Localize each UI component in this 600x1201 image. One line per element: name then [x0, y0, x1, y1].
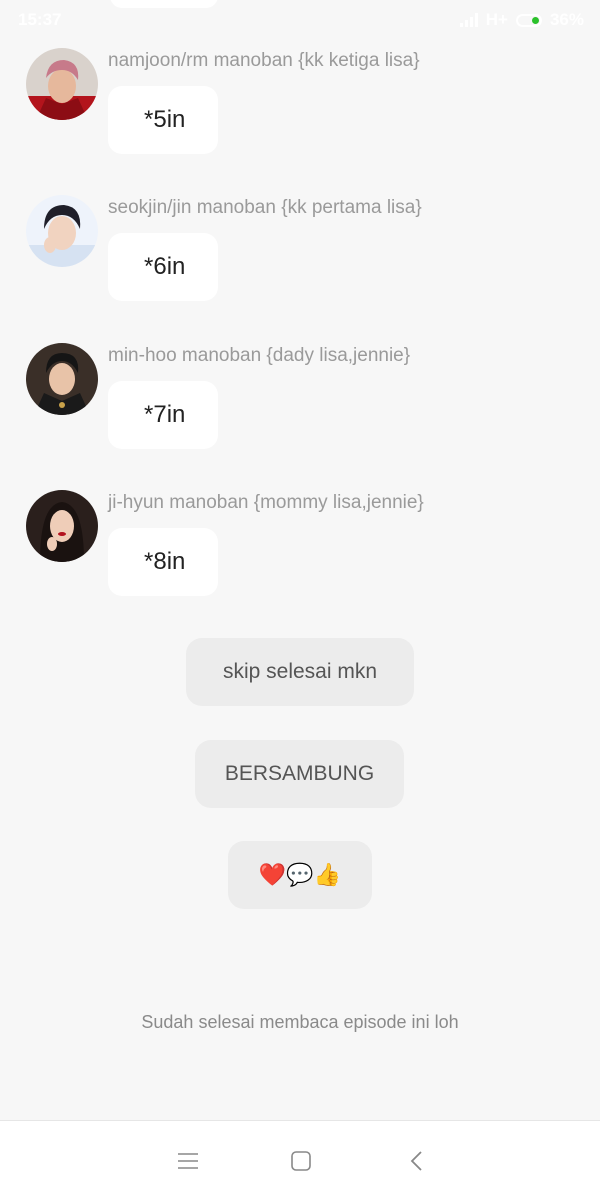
menu-icon[interactable]	[168, 1145, 208, 1177]
avatar[interactable]	[26, 48, 98, 120]
sender-name: ji-hyun manoban {mommy lisa,jennie}	[108, 492, 424, 513]
navigation-bar	[0, 1120, 600, 1201]
previous-message-bubble	[110, 0, 218, 8]
home-icon[interactable]	[281, 1145, 321, 1177]
avatar[interactable]	[26, 490, 98, 562]
status-bar: 15:37 H+ 36%	[0, 0, 600, 40]
signal-icon	[459, 13, 478, 27]
back-icon[interactable]	[396, 1145, 436, 1177]
avatar[interactable]	[26, 195, 98, 267]
message-bubble[interactable]: *7in	[108, 381, 218, 449]
status-time: 15:37	[18, 10, 62, 29]
message-bubble[interactable]: *5in	[108, 86, 218, 154]
episode-finished-note: Sudah selesai membaca episode ini loh	[141, 1012, 459, 1032]
skip-button[interactable]: skip selesai mkn	[186, 638, 414, 706]
continue-button[interactable]: BERSAMBUNG	[195, 740, 404, 808]
battery-level: 36%	[549, 10, 584, 29]
status-indicators: H+ 36%	[459, 10, 584, 30]
sender-name: min-hoo manoban {dady lisa,jennie}	[108, 345, 411, 366]
reaction-button[interactable]: ❤️💬👍	[228, 841, 372, 909]
network-type: H+	[485, 10, 508, 29]
message-bubble[interactable]: *8in	[108, 528, 218, 596]
sender-name: seokjin/jin manoban {kk pertama lisa}	[108, 197, 422, 218]
sender-name: namjoon/rm manoban {kk ketiga lisa}	[108, 50, 420, 71]
message-bubble[interactable]: *6in	[108, 233, 218, 301]
battery-icon	[515, 13, 542, 27]
avatar[interactable]	[26, 343, 98, 415]
